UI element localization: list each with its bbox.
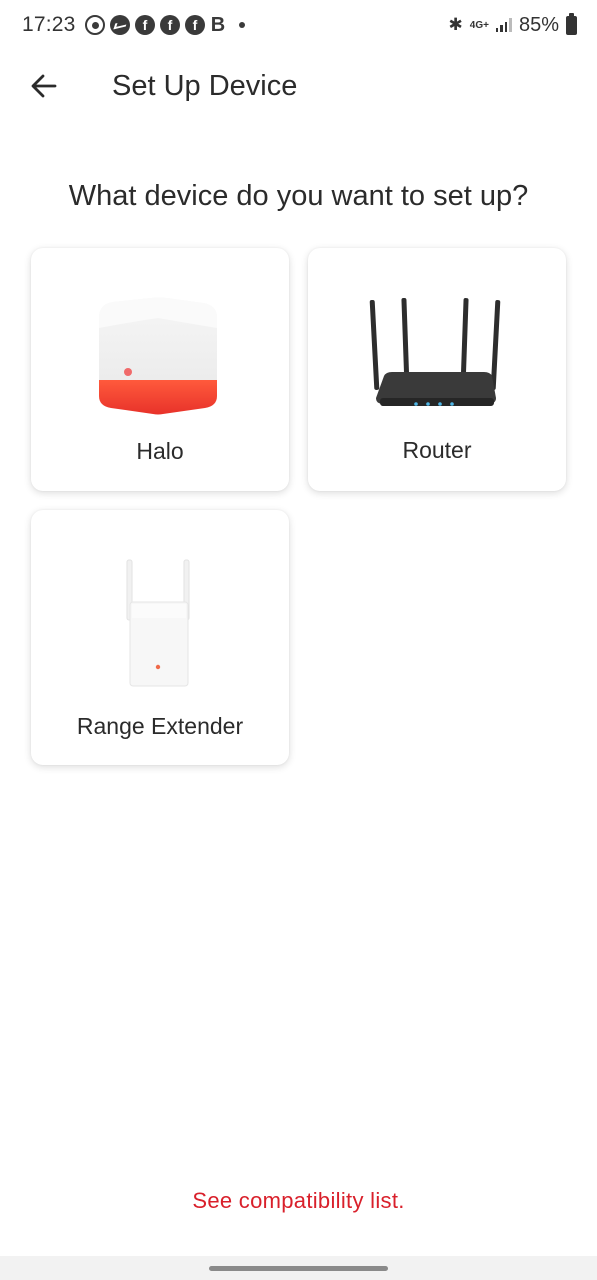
device-card-router[interactable]: Router — [308, 248, 566, 491]
range-extender-device-image — [126, 559, 190, 687]
router-device-image — [369, 297, 501, 406]
device-label-router: Router — [402, 437, 472, 463]
messenger-icon — [110, 15, 130, 35]
compatibility-list-link[interactable]: See compatibility list. — [0, 1188, 597, 1214]
status-time: 17:23 — [22, 13, 76, 36]
battery-icon — [566, 12, 577, 35]
battery-percentage: 85% — [518, 13, 559, 36]
status-bar: 17:23 B ✱ 4G+ 85% — [0, 0, 597, 52]
notification-icons: B — [85, 14, 245, 36]
b-icon: B — [210, 13, 226, 36]
facebook-icon — [160, 15, 180, 35]
halo-device-image — [99, 297, 217, 415]
home-indicator[interactable] — [209, 1266, 388, 1271]
whatsapp-icon — [85, 15, 105, 35]
back-button[interactable] — [24, 66, 64, 106]
page-title: Set Up Device — [112, 70, 298, 102]
device-card-halo[interactable]: Halo — [31, 248, 289, 491]
facebook-icon — [185, 15, 205, 35]
dot-icon — [239, 22, 245, 28]
system-icons: ✱ 4G+ 85% — [448, 12, 577, 37]
network-type-icon: 4G+ — [469, 19, 489, 31]
navigation-bar — [0, 1256, 597, 1280]
facebook-icon — [135, 15, 155, 35]
device-card-range-extender[interactable]: Range Extender — [31, 510, 289, 765]
setup-question: What device do you want to set up? — [68, 180, 529, 212]
bluetooth-icon: ✱ — [448, 15, 463, 34]
device-label-halo: Halo — [136, 438, 184, 464]
signal-icon — [495, 18, 512, 32]
back-arrow-icon — [31, 74, 57, 98]
device-label-range-extender: Range Extender — [76, 713, 244, 739]
